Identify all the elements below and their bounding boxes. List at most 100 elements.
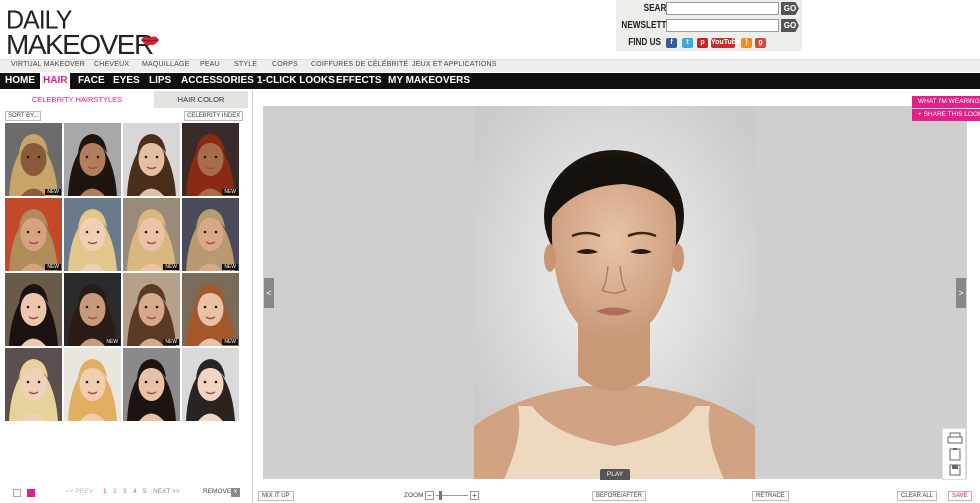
grid-view-large-icon[interactable] <box>27 489 35 497</box>
newsletter-input[interactable] <box>666 19 779 32</box>
save-button[interactable]: SAVE <box>948 491 972 501</box>
before-after-button[interactable]: BEFORE/AFTER <box>592 491 647 501</box>
celebrity-portrait <box>182 348 239 421</box>
hairstyle-thumbnail[interactable] <box>64 123 121 196</box>
hairstyle-thumbnail[interactable]: NEW <box>182 198 239 271</box>
pager-page[interactable]: 3 <box>123 488 127 495</box>
logo-line-2: MAKEOVER <box>6 29 154 60</box>
nav-my-makeovers[interactable]: MY MAKEOVERS <box>388 73 470 89</box>
hairstyle-thumbnail[interactable] <box>5 348 62 421</box>
search-go-button[interactable]: GO <box>781 2 799 15</box>
nav-face[interactable]: FACE <box>78 73 105 89</box>
pager: << PREV 1 2 3 4 5 NEXT >> REMOVE x <box>0 488 250 500</box>
grid-view-small-icon[interactable] <box>13 489 21 497</box>
celebrity-portrait <box>5 273 62 346</box>
celebrity-index-button[interactable]: CELEBRITY INDEX <box>184 111 244 121</box>
celebrity-portrait <box>123 273 180 346</box>
celebrity-portrait <box>64 273 121 346</box>
tab-celebrity-hairstyles[interactable]: CELEBRITY HAIRSTYLES <box>0 91 154 108</box>
topmenu-item[interactable]: JEUX ET APPLICATIONS <box>412 61 497 68</box>
tab-hair-color[interactable]: HAIR COLOR <box>154 91 248 108</box>
pager-page[interactable]: 4 <box>133 488 137 495</box>
what-im-wearing-button[interactable]: WHAT I'M WEARING <box>912 96 980 108</box>
topmenu-item[interactable]: PEAU <box>200 61 220 68</box>
topmenu-item[interactable]: CHEVEUX <box>94 61 129 68</box>
new-badge: NEW <box>222 264 238 270</box>
celebrity-portrait <box>123 198 180 271</box>
stage-left-arrow[interactable]: < <box>264 278 274 308</box>
new-badge: NEW <box>163 339 179 345</box>
rss-icon[interactable]: ) <box>741 38 752 48</box>
hairstyle-thumbnail[interactable]: NEW <box>123 273 180 346</box>
hairstyle-thumbnail[interactable]: NEW <box>5 198 62 271</box>
remove-x-icon[interactable]: x <box>231 488 240 497</box>
nav-lips[interactable]: LIPS <box>149 73 171 89</box>
hairstyle-thumbnail[interactable] <box>64 348 121 421</box>
play-button[interactable]: PLAY <box>600 469 630 480</box>
hairstyle-thumbnail[interactable]: NEW <box>182 273 239 346</box>
hairstyle-thumbnail[interactable]: NEW <box>123 198 180 271</box>
celebrity-portrait <box>5 348 62 421</box>
hairstyle-thumbnail[interactable] <box>123 348 180 421</box>
nav-hair[interactable]: HAIR <box>40 73 71 89</box>
model-face-image <box>474 106 755 479</box>
hairstyle-thumbnail[interactable] <box>5 273 62 346</box>
search-input[interactable] <box>666 2 779 15</box>
topmenu-item[interactable]: STYLE <box>234 61 257 68</box>
hairstyle-thumbnail[interactable] <box>182 348 239 421</box>
sort-by-dropdown[interactable]: SORT BY... <box>5 111 42 121</box>
clear-all-button[interactable]: CLEAR ALL <box>897 491 938 501</box>
new-badge: NEW <box>45 189 61 195</box>
hairstyle-thumbnail[interactable]: NEW <box>182 123 239 196</box>
hairstyle-thumbnail[interactable] <box>64 198 121 271</box>
main-nav: HOME HAIR FACE EYES LIPS ACCESSORIES 1-C… <box>0 73 980 89</box>
hairstyle-thumbnail[interactable]: NEW <box>5 123 62 196</box>
nav-1-click-looks[interactable]: 1-CLICK LOOKS <box>257 73 335 89</box>
stage-right-arrow[interactable]: > <box>956 278 966 308</box>
celebrity-portrait <box>5 123 62 196</box>
hairstyle-thumbnail[interactable]: NEW <box>64 273 121 346</box>
retrace-button[interactable]: RETRACE <box>752 491 789 501</box>
pager-next[interactable]: NEXT >> <box>153 488 180 495</box>
pager-page[interactable]: 5 <box>143 488 147 495</box>
model-photo <box>474 106 755 479</box>
topmenu-item[interactable]: CORPS <box>272 61 298 68</box>
save-disk-icon[interactable] <box>949 464 961 476</box>
celebrity-portrait <box>182 123 239 196</box>
newsletter-go-button[interactable]: GO <box>781 19 799 32</box>
new-badge: NEW <box>163 264 179 270</box>
new-badge: NEW <box>222 339 238 345</box>
celebrity-portrait <box>64 198 121 271</box>
topmenu-item[interactable]: COIFFURES DE CÉLÉBRITÉ <box>311 61 408 68</box>
zoom-in-button[interactable]: + <box>470 491 479 500</box>
facebook-icon[interactable]: f <box>666 38 677 48</box>
celebrity-portrait <box>5 198 62 271</box>
nav-effects[interactable]: EFFECTS <box>336 73 382 89</box>
youtube-icon[interactable]: YouTube <box>711 38 740 48</box>
pager-page[interactable]: 1 <box>103 488 107 495</box>
pager-prev[interactable]: << PREV <box>66 488 93 495</box>
zoom-slider-handle[interactable] <box>439 491 442 500</box>
celebrity-portrait <box>182 198 239 271</box>
google-plus-icon[interactable]: g <box>755 38 766 48</box>
remove-label[interactable]: REMOVE <box>203 488 231 495</box>
twitter-icon[interactable]: t <box>682 38 693 48</box>
left-tabs: CELEBRITY HAIRSTYLES HAIR COLOR <box>0 91 250 108</box>
mix-it-up-button[interactable]: MIX IT UP <box>258 491 294 501</box>
newsletter-row: NEWSLETTER GO <box>616 18 802 34</box>
print-icon[interactable] <box>947 432 963 444</box>
nav-home[interactable]: HOME <box>5 73 35 89</box>
topmenu-item[interactable]: MAQUILLAGE <box>142 61 190 68</box>
celebrity-portrait <box>64 348 121 421</box>
pager-page[interactable]: 2 <box>113 488 117 495</box>
daily-makeover-logo[interactable]: DAILY MAKEOVER <box>6 5 159 60</box>
topmenu-item[interactable]: VIRTUAL MAKEOVER <box>11 61 85 68</box>
zoom-out-button[interactable]: − <box>425 491 434 500</box>
find-us-label: FIND US <box>628 37 661 48</box>
clipboard-icon[interactable] <box>949 448 961 461</box>
nav-eyes[interactable]: EYES <box>113 73 140 89</box>
pinterest-icon[interactable]: p <box>697 38 708 48</box>
nav-accessories[interactable]: ACCESSORIES <box>181 73 254 89</box>
share-this-look-button[interactable]: + SHARE THIS LOOK <box>912 109 980 121</box>
hairstyle-thumbnail[interactable] <box>123 123 180 196</box>
